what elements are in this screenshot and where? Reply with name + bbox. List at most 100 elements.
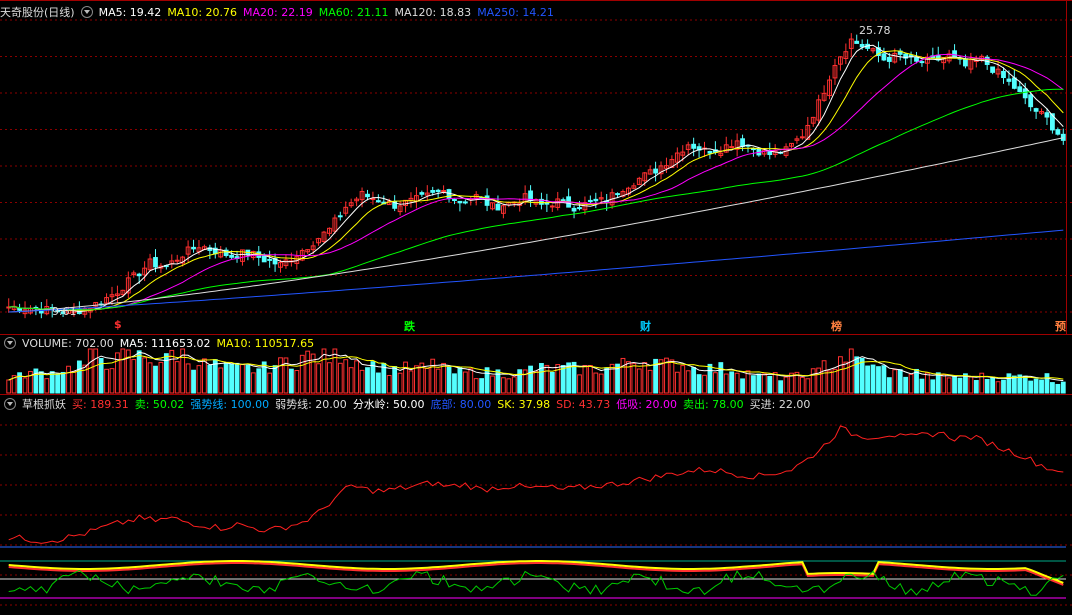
volume-bar xyxy=(245,364,251,394)
candle-body xyxy=(886,56,892,62)
candle-body xyxy=(365,193,370,198)
settings-icon[interactable] xyxy=(80,6,93,18)
volume-bar xyxy=(908,373,914,394)
volume-bar xyxy=(403,361,408,394)
volume-bar xyxy=(702,374,707,394)
volume-bar xyxy=(587,365,593,394)
ma-item-3: MA60: 21.11 xyxy=(318,5,389,19)
candle-body xyxy=(457,200,463,204)
sell-line xyxy=(8,569,1064,596)
volume-bar xyxy=(854,356,860,394)
volume-bar xyxy=(549,371,555,394)
event-marker-4: 预 xyxy=(1055,320,1066,333)
volume-bar xyxy=(881,365,887,394)
candle-body xyxy=(1028,94,1034,108)
volume-bar xyxy=(473,378,479,394)
ind-item-3: 弱势线: 20.00 xyxy=(275,398,347,411)
volume-bar xyxy=(577,374,582,394)
volume-bar xyxy=(370,361,376,394)
volume-bar xyxy=(886,377,892,394)
event-marker-0: $ xyxy=(114,318,122,331)
volume-bar xyxy=(250,372,256,394)
volume-bar xyxy=(799,376,805,394)
volume-bar xyxy=(218,367,224,394)
candle-body xyxy=(859,43,865,48)
volume-panel: VOLUME: 702.00 MA5: 111653.02 MA10: 110517… xyxy=(0,335,1072,395)
volume-bar xyxy=(147,362,153,394)
volume-bar xyxy=(142,357,148,394)
volume-bar xyxy=(397,372,403,394)
volume-settings-icon[interactable] xyxy=(4,337,16,349)
candle-body xyxy=(1006,78,1012,82)
volume-bar xyxy=(761,373,767,394)
candle-body xyxy=(337,215,343,218)
volume-bar xyxy=(685,370,691,394)
candle-body xyxy=(435,189,441,193)
volume-bar xyxy=(131,359,137,394)
volume-bar xyxy=(392,366,398,394)
indicator-settings-icon[interactable] xyxy=(4,398,16,410)
ind-item-2: 强势线: 100.00 xyxy=(190,398,270,411)
volume-bar xyxy=(60,371,66,394)
volume-bar xyxy=(664,357,669,394)
volume-bar xyxy=(495,369,501,394)
min-price-label: 9.61 xyxy=(52,305,77,318)
candle-body xyxy=(740,138,745,147)
volume-bar xyxy=(104,368,109,394)
volume-bar xyxy=(1006,373,1012,394)
volume-bar xyxy=(723,373,729,394)
volume-bar xyxy=(490,375,495,394)
volume-bar xyxy=(479,378,485,394)
candle-body xyxy=(707,151,713,154)
candle-body xyxy=(729,146,735,149)
volume-bar xyxy=(38,371,44,394)
volume-bar xyxy=(22,377,28,394)
volume-bar xyxy=(522,369,528,394)
volume-bar xyxy=(305,350,311,394)
volume-bar xyxy=(337,362,343,394)
volume-bar xyxy=(718,362,724,394)
volume-bar xyxy=(327,362,332,394)
volume-bar xyxy=(767,375,773,394)
event-marker-2: 财 xyxy=(640,320,651,333)
volume-bar xyxy=(957,377,963,394)
volume-bar xyxy=(343,359,349,394)
candle-body xyxy=(1001,70,1006,79)
volume-bar xyxy=(44,378,50,394)
volume-bar xyxy=(55,373,61,394)
volume-bar xyxy=(511,376,517,394)
volume-bar xyxy=(832,368,838,394)
candle-body xyxy=(560,199,566,202)
volume-bar xyxy=(240,364,245,394)
volume-bar xyxy=(468,368,474,394)
volume-bar xyxy=(593,372,599,394)
volume-bar xyxy=(783,376,789,394)
ma-line-250 xyxy=(8,229,1064,313)
volume-bar xyxy=(620,357,626,394)
candle-body xyxy=(990,66,996,73)
candle-body xyxy=(799,136,805,139)
volume-bar xyxy=(452,373,457,394)
price-panel: 天奇股份(日线) MA5: 19.42 MA10: 20.76 MA20: 22.1… xyxy=(0,0,1072,335)
volume-bar xyxy=(1060,381,1066,394)
volume-bar xyxy=(288,368,294,394)
volume-bar xyxy=(544,364,550,394)
candle-body xyxy=(419,192,425,195)
sk-line xyxy=(8,560,1064,584)
volume-bar xyxy=(691,367,697,394)
volume-bar xyxy=(897,369,903,394)
ind-item-10: 买进: 22.00 xyxy=(749,398,811,411)
volume-bar xyxy=(109,368,115,394)
volume-bar xyxy=(202,358,207,394)
volume-bar xyxy=(174,361,180,394)
volume-bar xyxy=(859,358,865,394)
volume-bar xyxy=(870,364,876,394)
volume-bar xyxy=(76,360,82,394)
volume-bar xyxy=(414,365,419,394)
volume-bar xyxy=(892,369,898,394)
candle-body xyxy=(854,40,860,44)
candle-body xyxy=(577,207,582,210)
volume-bar xyxy=(316,363,321,394)
ind-item-8: 低吸: 20.00 xyxy=(616,398,677,411)
candle-body xyxy=(1022,88,1028,99)
